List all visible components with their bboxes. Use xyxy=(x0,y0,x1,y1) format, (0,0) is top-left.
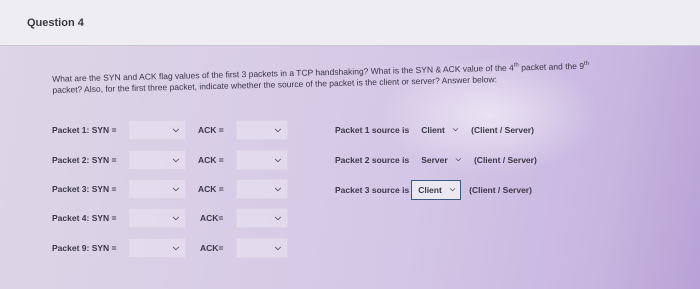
chevron-down-icon: ⌵ xyxy=(274,213,281,222)
packet-4-ack-label: ACK= xyxy=(200,213,224,223)
packet-4-syn-label: Packet 4: SYN = xyxy=(52,213,117,223)
prompt-text-1b: packet and the 9 xyxy=(518,60,585,73)
packet-2-source-value: Server xyxy=(421,155,448,165)
prompt-sup-2: th xyxy=(583,60,590,67)
chevron-down-icon: ⌵ xyxy=(449,186,456,193)
packet-2-source-label: Packet 2 source is xyxy=(335,155,410,165)
chevron-down-icon: ⌵ xyxy=(172,125,179,134)
packet-4-syn-select[interactable]: ⌵ xyxy=(128,208,186,228)
packet-3-source-row: Packet 3 source is Client ⌵ (Client / Se… xyxy=(335,180,532,200)
packet-3-source-label: Packet 3 source is xyxy=(335,185,410,195)
packet-1-source-row: Packet 1 source is Client ⌵ (Client / Se… xyxy=(335,120,534,140)
chevron-down-icon: ⌵ xyxy=(452,126,459,133)
chevron-down-icon: ⌵ xyxy=(172,155,179,164)
packet-1-source-label: Packet 1 source is xyxy=(335,125,410,135)
packet-2-syn-label: Packet 2: SYN = xyxy=(52,155,117,165)
chevron-down-icon: ⌵ xyxy=(172,243,179,252)
packet-2-source-hint: (Client / Server) xyxy=(473,155,537,165)
packet-2-ack-select[interactable]: ⌵ xyxy=(236,150,288,170)
quiz-page: Question 4 What are the SYN and ACK flag… xyxy=(0,0,700,289)
question-prompt: What are the SYN and ACK flag values of … xyxy=(52,56,692,95)
packet-3-syn-select[interactable]: ⌵ xyxy=(128,179,186,199)
packet-3-ack-label: ACK = xyxy=(198,184,224,194)
chevron-down-icon: ⌵ xyxy=(455,156,461,163)
chevron-down-icon: ⌵ xyxy=(274,243,281,252)
packet-1-syn-label: Packet 1: SYN = xyxy=(52,125,117,135)
packet-9-syn-select[interactable]: ⌵ xyxy=(128,238,186,258)
packet-3-source-hint: (Client / Server) xyxy=(469,185,532,195)
packet-2-ack-label: ACK = xyxy=(198,155,224,165)
packet-9-syn-label: Packet 9: SYN = xyxy=(52,243,117,253)
packet-1-ack-select[interactable]: ⌵ xyxy=(236,120,288,140)
packet-4-ack-select[interactable]: ⌵ xyxy=(236,208,288,228)
packet-3-ack-select[interactable]: ⌵ xyxy=(236,179,288,199)
packet-1-syn-select[interactable]: ⌵ xyxy=(128,120,186,140)
packet-1-source-value: Client xyxy=(421,125,445,135)
packet-3-source-select[interactable]: Client ⌵ xyxy=(411,180,462,200)
chevron-down-icon: ⌵ xyxy=(274,125,281,134)
packet-1-ack-label: ACK = xyxy=(198,125,224,135)
packet-2-source-row: Packet 2 source is Server ⌵ (Client / Se… xyxy=(335,150,537,170)
packet-2-source-select[interactable]: Server ⌵ xyxy=(415,150,466,170)
chevron-down-icon: ⌵ xyxy=(274,155,281,164)
question-header: Question 4 xyxy=(0,0,700,46)
question-title: Question 4 xyxy=(27,17,84,29)
packet-9-ack-select[interactable]: ⌵ xyxy=(236,238,288,258)
chevron-down-icon: ⌵ xyxy=(274,184,281,193)
packet-9-ack-label: ACK= xyxy=(200,243,224,253)
packet-2-syn-select[interactable]: ⌵ xyxy=(128,150,186,170)
chevron-down-icon: ⌵ xyxy=(172,213,179,222)
packet-3-syn-label: Packet 3: SYN = xyxy=(52,184,117,194)
chevron-down-icon: ⌵ xyxy=(172,184,179,193)
packet-1-source-hint: (Client / Server) xyxy=(471,125,534,135)
packet-3-source-value: Client xyxy=(418,185,442,195)
packet-1-source-select[interactable]: Client ⌵ xyxy=(415,120,463,140)
